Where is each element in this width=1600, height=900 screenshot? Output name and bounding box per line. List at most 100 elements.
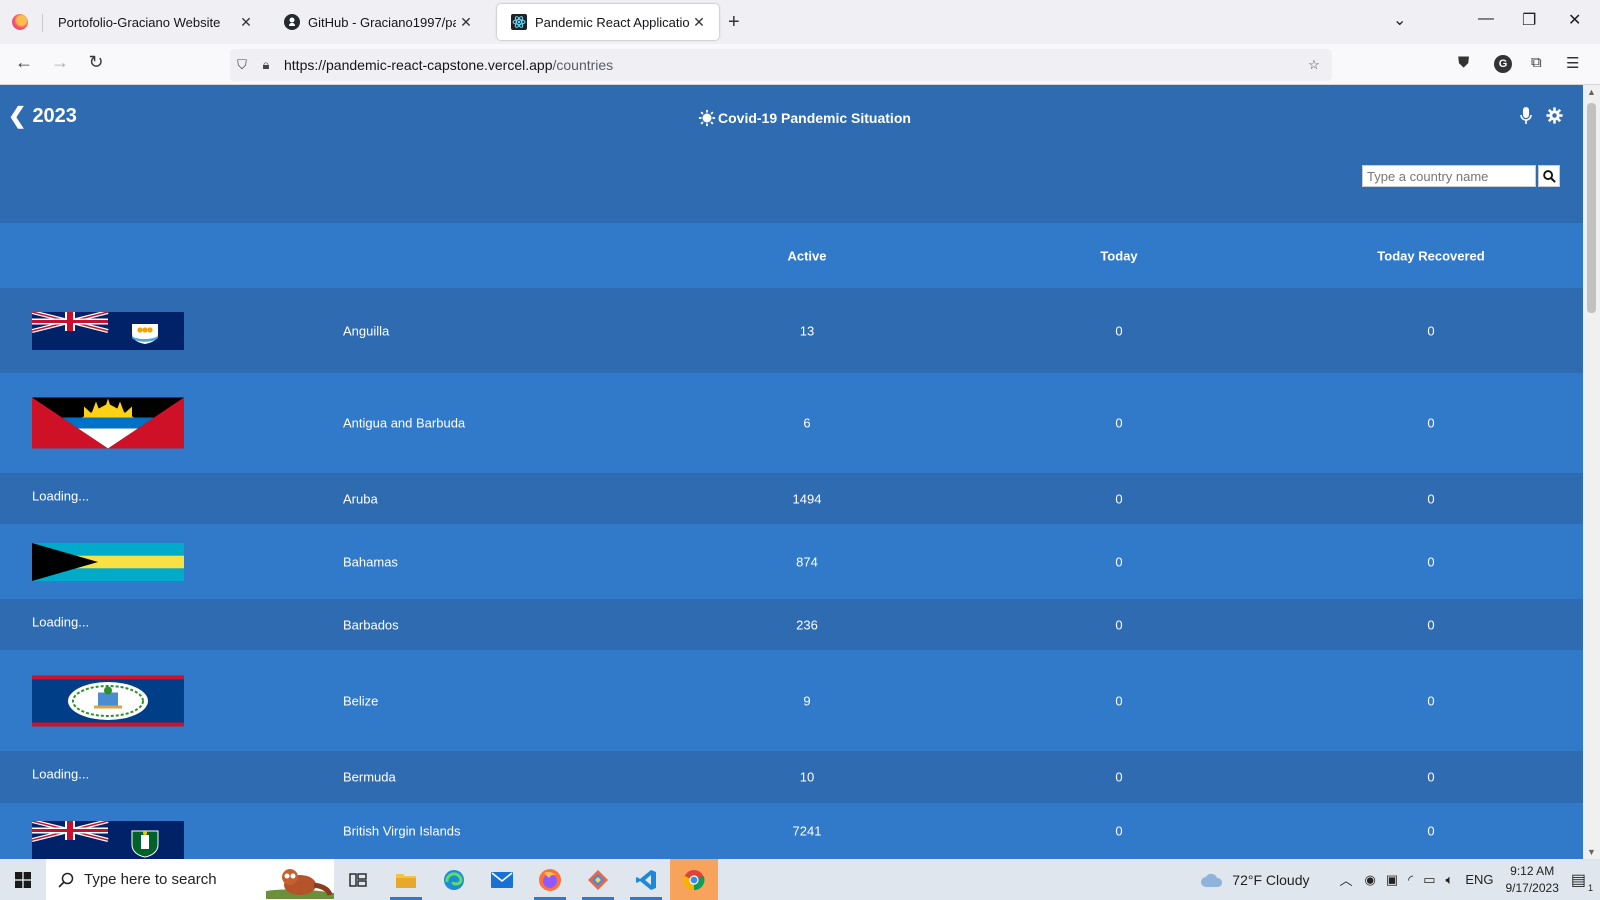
back-arrow-icon[interactable]: ← — [12, 52, 36, 73]
firefox-button[interactable] — [526, 859, 574, 900]
restore-button[interactable]: ❐ — [1522, 10, 1536, 30]
start-button[interactable] — [0, 859, 46, 900]
edge-button[interactable] — [430, 859, 478, 900]
webcam-icon[interactable]: ▣ — [1386, 872, 1398, 888]
country-name: Aruba — [343, 491, 378, 506]
header-actions — [1520, 107, 1563, 125]
scroll-down-icon[interactable]: ▼ — [1587, 847, 1596, 857]
table-row[interactable]: Loading... Aruba 1494 0 0 — [0, 473, 1583, 524]
scroll-up-icon[interactable]: ▲ — [1587, 87, 1596, 97]
close-icon[interactable]: ✕ — [456, 14, 476, 31]
vscode-icon — [636, 869, 656, 890]
tab-github[interactable]: GitHub - Graciano1997/pandem ✕ — [270, 4, 486, 40]
close-icon[interactable]: ✕ — [689, 14, 709, 31]
reload-icon[interactable]: ↻ — [84, 52, 108, 73]
search-button[interactable] — [1538, 165, 1560, 187]
bookmark-star-icon[interactable]: ☆ — [1302, 57, 1326, 73]
scrollbar-thumb[interactable] — [1587, 103, 1596, 313]
tab-portfolio[interactable]: Portofolio-Graciano Website ✕ — [44, 4, 266, 40]
battery-icon[interactable]: ▭ — [1423, 872, 1435, 888]
lock-icon[interactable]: 🔒︎ — [254, 57, 278, 73]
table-row[interactable]: Bahamas 874 0 0 — [0, 524, 1583, 599]
browser-nav-bar: ← → ↻ ⛉ 🔒︎ https://pandemic-react-capsto… — [0, 44, 1600, 85]
minimize-button[interactable]: — — [1478, 10, 1494, 28]
clock-time: 9:12 AM — [1510, 863, 1555, 878]
active-count: 9 — [803, 693, 811, 708]
today-recovered-count: 0 — [1427, 554, 1435, 569]
task-view-button[interactable] — [334, 859, 382, 900]
windows-taskbar: Type here to search 72°F Cloudy ︿ ◉ ▣ ◜ … — [0, 859, 1600, 900]
account-avatar[interactable]: G — [1494, 55, 1512, 73]
menu-icon[interactable]: ☰ — [1566, 54, 1579, 72]
pocket-icon[interactable]: ⛊ — [1458, 54, 1469, 71]
countries-table: Active Today Today Recovered Anguilla 13… — [0, 223, 1583, 859]
microphone-icon[interactable] — [1520, 107, 1532, 125]
country-search — [1362, 165, 1560, 187]
notification-count: 1 — [1587, 882, 1593, 893]
network-icon[interactable]: ◜ — [1408, 872, 1413, 888]
chrome-button[interactable] — [670, 859, 718, 900]
back-button[interactable]: ❮ 2023 — [8, 103, 77, 129]
shield-icon[interactable]: ⛉ — [230, 57, 254, 73]
close-icon[interactable]: ✕ — [236, 14, 256, 31]
url-text: https://pandemic-react-capstone.vercel.a… — [284, 57, 613, 73]
tab-title: GitHub - Graciano1997/pandem — [308, 14, 456, 30]
edge-icon — [444, 869, 464, 890]
table-row[interactable]: British Virgin Islands 7241 0 0 — [0, 803, 1583, 859]
today-recovered-count: 0 — [1427, 323, 1435, 338]
taskbar-search-placeholder: Type here to search — [84, 871, 217, 888]
tab-pandemic[interactable]: Pandemic React Application ✕ — [497, 4, 719, 40]
active-count: 6 — [803, 415, 811, 431]
today-recovered-count: 0 — [1427, 491, 1435, 506]
today-count: 0 — [1115, 323, 1123, 338]
today-count: 0 — [1115, 554, 1123, 569]
react-icon — [511, 14, 527, 30]
red-panda-icon — [266, 869, 334, 899]
search-input[interactable] — [1362, 165, 1536, 187]
forward-arrow-icon[interactable]: → — [48, 52, 72, 73]
speaker-icon[interactable]: 🔈︎ — [1446, 872, 1454, 888]
extensions-icon[interactable]: ⧉ — [1531, 54, 1542, 71]
file-explorer-button[interactable] — [382, 859, 430, 900]
table-row[interactable]: Antigua and Barbuda 6 0 0 — [0, 373, 1583, 473]
task-view-icon — [349, 872, 367, 887]
table-row[interactable]: Anguilla 13 0 0 — [0, 288, 1583, 373]
new-tab-button[interactable]: + — [728, 11, 740, 34]
vscode-button[interactable] — [622, 859, 670, 900]
column-header-today: Today — [1100, 248, 1138, 263]
active-count: 7241 — [792, 823, 822, 839]
bahamas-flag — [32, 542, 184, 581]
chrome-icon — [683, 869, 705, 890]
table-row[interactable]: Loading... Barbados 236 0 0 — [0, 599, 1583, 650]
today-recovered-count: 0 — [1427, 617, 1435, 632]
address-bar[interactable]: ⛉ 🔒︎ https://pandemic-react-capstone.ver… — [230, 49, 1332, 81]
github-icon — [284, 14, 300, 30]
page-title: Covid-19 Pandemic Situation — [698, 109, 911, 127]
flag-loading-text: Loading... — [32, 488, 90, 503]
today-recovered-count: 0 — [1427, 769, 1435, 785]
weather-text[interactable]: 72°F Cloudy — [1232, 872, 1309, 888]
vertical-scrollbar[interactable]: ▲ ▼ — [1583, 85, 1600, 859]
git-app-button[interactable] — [574, 859, 622, 900]
gear-icon[interactable] — [1546, 107, 1563, 124]
table-row[interactable]: Loading... Bermuda 10 0 0 — [0, 751, 1583, 803]
active-count: 874 — [796, 554, 818, 569]
firefox-icon[interactable] — [12, 14, 28, 30]
table-header: Active Today Today Recovered — [0, 223, 1583, 288]
tab-separator — [42, 14, 43, 32]
record-icon[interactable]: ◉ — [1365, 872, 1376, 888]
table-row[interactable]: Belize 9 0 0 — [0, 650, 1583, 751]
notifications-icon[interactable]: ▤ 1 — [1571, 870, 1593, 893]
today-recovered-count: 0 — [1427, 415, 1435, 431]
taskbar-search[interactable]: Type here to search — [46, 859, 334, 900]
chevron-up-icon[interactable]: ︿ — [1340, 870, 1353, 889]
language-indicator[interactable]: ENG — [1465, 872, 1493, 887]
column-header-active: Active — [787, 248, 827, 263]
list-tabs-icon[interactable]: ⌄ — [1393, 10, 1406, 30]
page-content: ❮ 2023 Covid-19 Pandemic Situation Type … — [0, 85, 1583, 859]
windows-logo-icon — [15, 871, 31, 888]
country-name: British Virgin Islands — [343, 823, 461, 839]
clock[interactable]: 9:12 AM 9/17/2023 — [1493, 863, 1570, 897]
mail-button[interactable] — [478, 859, 526, 900]
window-close-button[interactable]: ✕ — [1568, 10, 1581, 30]
